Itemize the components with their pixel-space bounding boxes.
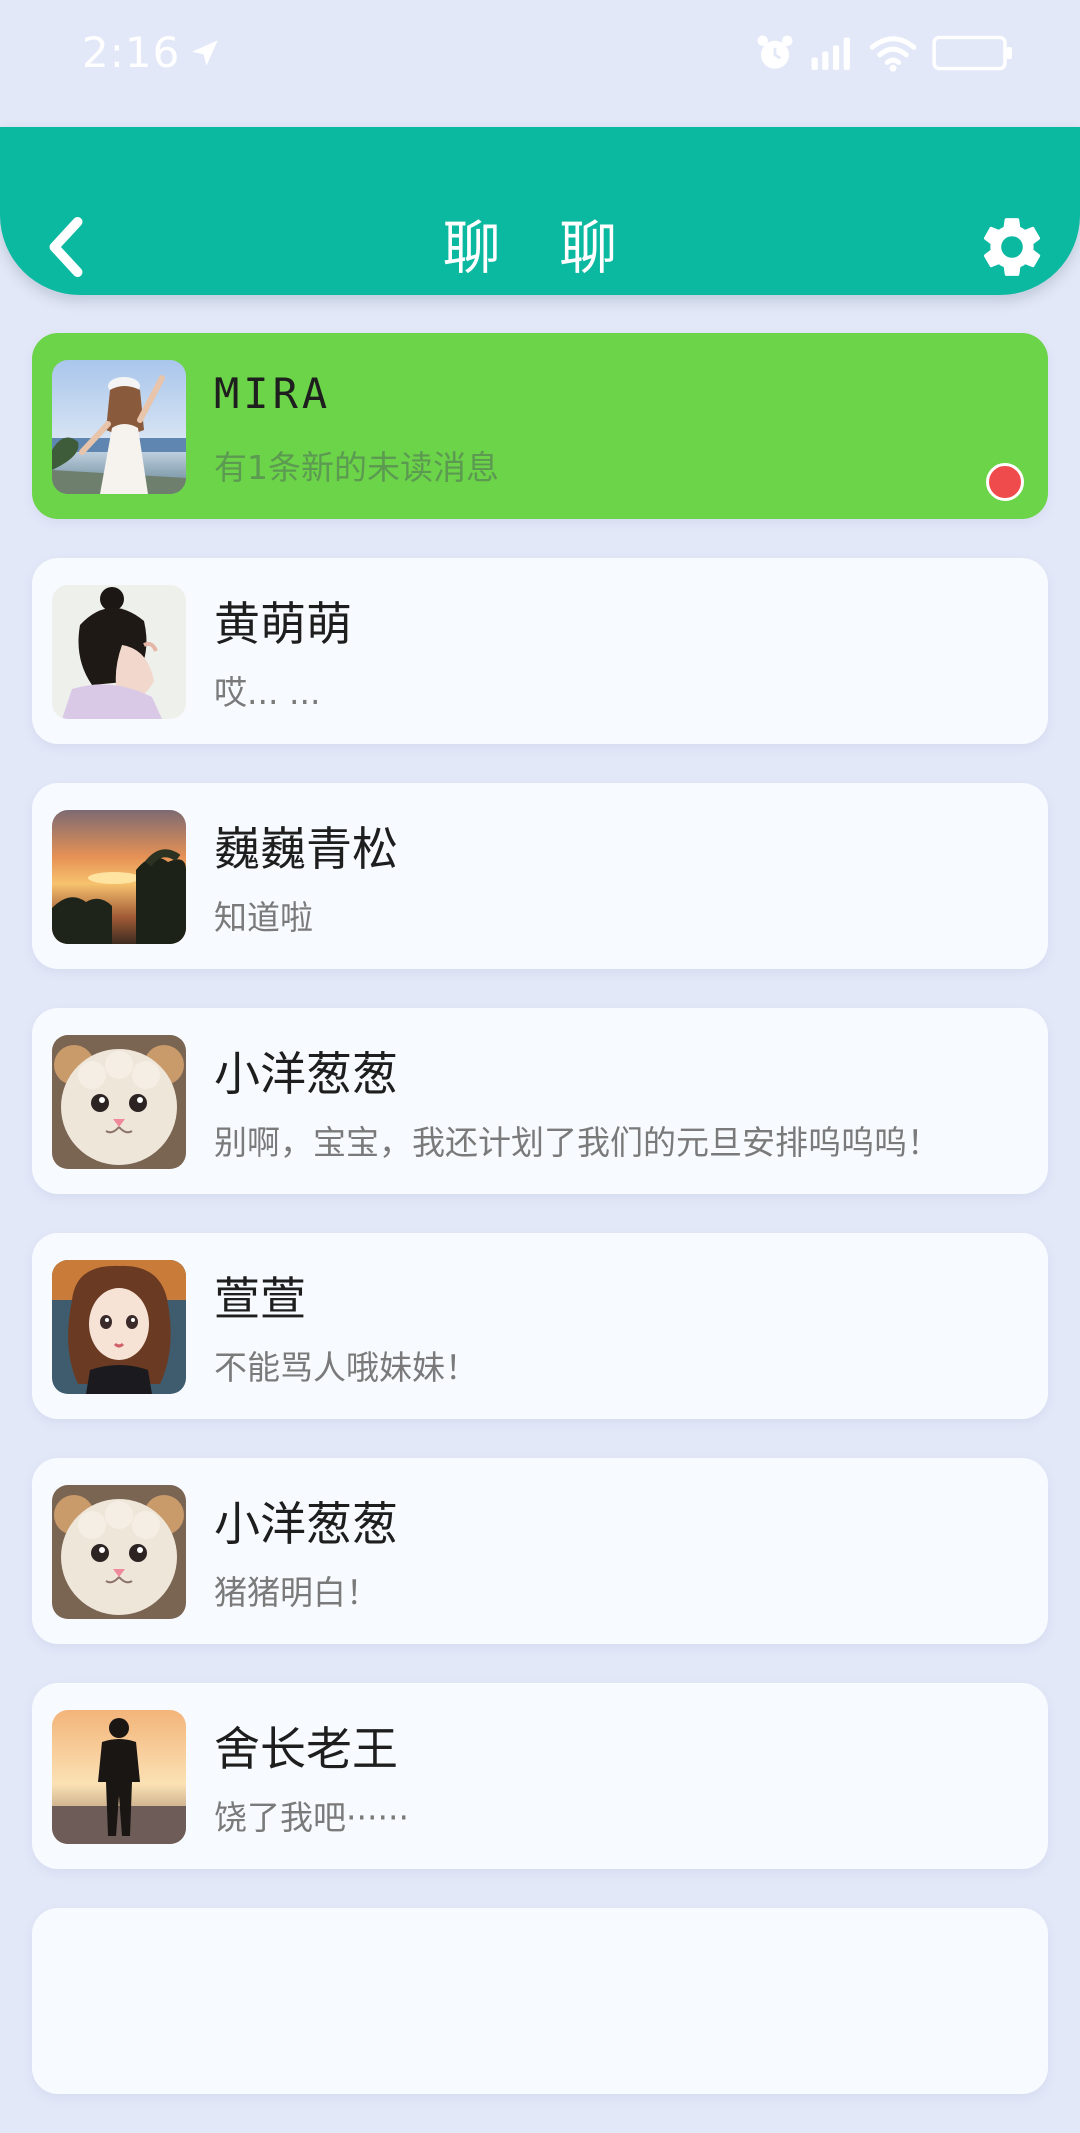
avatar [52,1710,186,1844]
battery-icon [932,35,1012,71]
chat-item[interactable]: 萱萱 不能骂人哦妹妹！ [32,1233,1048,1419]
avatar [52,585,186,719]
chat-item[interactable]: 小洋葱葱 别啊，宝宝，我还计划了我们的元旦安排呜呜呜！ [32,1008,1048,1194]
chat-preview: 不能骂人哦妹妹！ [214,1348,478,1387]
chat-preview: 饶了我吧······ [214,1798,409,1837]
chat-name: 小洋葱葱 [214,1047,398,1101]
gear-icon [983,218,1041,276]
chat-list: MIRA 有1条新的未读消息 黄萌萌 哎... ... 巍巍青松 知道啦 小洋葱… [32,333,1048,2133]
chat-item-partial[interactable] [32,1908,1048,2094]
chat-preview: 别啊，宝宝，我还计划了我们的元旦安排呜呜呜！ [214,1123,940,1162]
chat-name: 巍巍青松 [214,822,398,876]
chat-item[interactable]: 巍巍青松 知道啦 [32,783,1048,969]
status-icons [754,32,1016,74]
chat-item[interactable]: 黄萌萌 哎... ... [32,558,1048,744]
alarm-icon [757,35,793,69]
chat-name: 黄萌萌 [214,597,352,651]
chat-preview: 知道啦 [214,898,313,937]
avatar [52,1035,186,1169]
settings-button[interactable] [972,207,1052,287]
chat-name: 萱萱 [214,1272,306,1326]
avatar [52,360,186,494]
chat-preview: 猪猪明白！ [214,1573,379,1612]
avatar [52,1485,186,1619]
avatar [52,1260,186,1394]
chat-name: 舍长老王 [214,1722,398,1776]
chat-name: 小洋葱葱 [214,1497,398,1551]
chat-preview: 哎... ... [214,673,321,712]
chat-item[interactable]: 小洋葱葱 猪猪明白！ [32,1458,1048,1644]
unread-dot [986,463,1024,501]
status-time-group: 2:16 [82,28,222,77]
signal-icon [811,37,850,70]
page-title: 聊 聊 [442,214,638,282]
status-time: 2:16 [82,28,181,77]
location-arrow-icon [192,39,219,66]
chat-preview: 有1条新的未读消息 [214,448,499,487]
chat-name: MIRA [214,369,332,418]
status-bar: 2:16 [0,0,1080,110]
chat-item[interactable]: MIRA 有1条新的未读消息 [32,333,1048,519]
avatar [52,810,186,944]
app-header: 聊 聊 [0,127,1080,295]
wifi-icon [870,36,916,72]
chat-item[interactable]: 舍长老王 饶了我吧······ [32,1683,1048,1869]
